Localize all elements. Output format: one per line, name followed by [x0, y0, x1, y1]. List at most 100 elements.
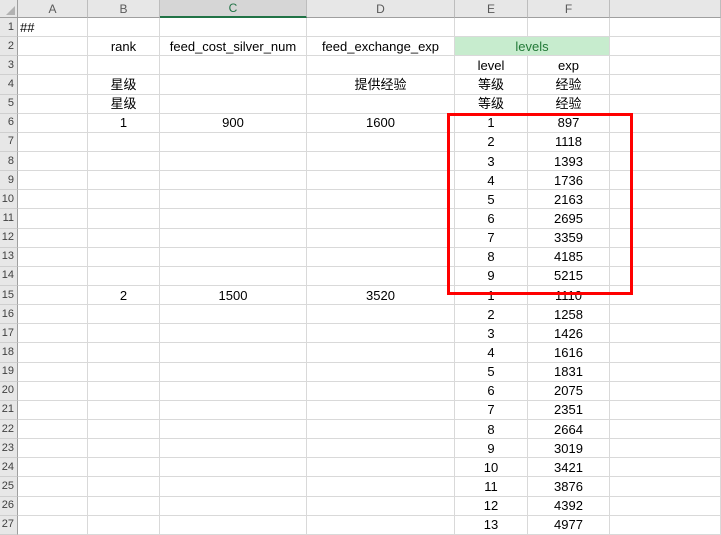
- cell-E26[interactable]: 12: [455, 497, 528, 516]
- row-header-19[interactable]: 19: [0, 363, 18, 382]
- cell-G8[interactable]: [610, 152, 721, 171]
- cell-A13[interactable]: [18, 248, 88, 267]
- cell-B15[interactable]: 2: [88, 286, 160, 305]
- cell-A23[interactable]: [18, 439, 88, 458]
- cell-B22[interactable]: [88, 420, 160, 439]
- cell-F18[interactable]: 1616: [528, 343, 610, 362]
- cell-F25[interactable]: 3876: [528, 477, 610, 496]
- row-header-10[interactable]: 10: [0, 190, 18, 209]
- cell-G19[interactable]: [610, 363, 721, 382]
- cell-A9[interactable]: [18, 171, 88, 190]
- cell-E3[interactable]: level: [455, 56, 528, 75]
- cell-F10[interactable]: 2163: [528, 190, 610, 209]
- cell-E22[interactable]: 8: [455, 420, 528, 439]
- cell-F16[interactable]: 1258: [528, 305, 610, 324]
- cell-D26[interactable]: [307, 497, 455, 516]
- row-header-8[interactable]: 8: [0, 152, 18, 171]
- cell-G7[interactable]: [610, 133, 721, 152]
- cell-D5[interactable]: [307, 95, 455, 114]
- row-header-6[interactable]: 6: [0, 114, 18, 133]
- row-header-7[interactable]: 7: [0, 133, 18, 152]
- cell-C18[interactable]: [160, 343, 307, 362]
- cell-D6[interactable]: 1600: [307, 114, 455, 133]
- column-header-D[interactable]: D: [307, 0, 455, 18]
- row-header-16[interactable]: 16: [0, 305, 18, 324]
- row-header-5[interactable]: 5: [0, 95, 18, 114]
- cell-B24[interactable]: [88, 458, 160, 477]
- cell-C24[interactable]: [160, 458, 307, 477]
- cell-G4[interactable]: [610, 75, 721, 94]
- cell-A4[interactable]: [18, 75, 88, 94]
- cell-E15[interactable]: 1: [455, 286, 528, 305]
- cell-B17[interactable]: [88, 324, 160, 343]
- cell-D18[interactable]: [307, 343, 455, 362]
- column-header-B[interactable]: B: [88, 0, 160, 18]
- cell-A3[interactable]: [18, 56, 88, 75]
- row-header-22[interactable]: 22: [0, 420, 18, 439]
- cell-E9[interactable]: 4: [455, 171, 528, 190]
- cell-B3[interactable]: [88, 56, 160, 75]
- row-header-4[interactable]: 4: [0, 75, 18, 94]
- cell-D11[interactable]: [307, 209, 455, 228]
- cell-F11[interactable]: 2695: [528, 209, 610, 228]
- cell-D14[interactable]: [307, 267, 455, 286]
- cell-C19[interactable]: [160, 363, 307, 382]
- cell-G12[interactable]: [610, 229, 721, 248]
- cell-B11[interactable]: [88, 209, 160, 228]
- cell-A5[interactable]: [18, 95, 88, 114]
- cell-E25[interactable]: 11: [455, 477, 528, 496]
- cell-A24[interactable]: [18, 458, 88, 477]
- column-header-E[interactable]: E: [455, 0, 528, 18]
- row-header-11[interactable]: 11: [0, 209, 18, 228]
- cell-D20[interactable]: [307, 382, 455, 401]
- cell-A15[interactable]: [18, 286, 88, 305]
- cell-C16[interactable]: [160, 305, 307, 324]
- cell-G9[interactable]: [610, 171, 721, 190]
- cell-B4[interactable]: 星级: [88, 75, 160, 94]
- cell-B6[interactable]: 1: [88, 114, 160, 133]
- cell-C15[interactable]: 1500: [160, 286, 307, 305]
- cell-F21[interactable]: 2351: [528, 401, 610, 420]
- cell-C26[interactable]: [160, 497, 307, 516]
- cell-A17[interactable]: [18, 324, 88, 343]
- cell-E18[interactable]: 4: [455, 343, 528, 362]
- cell-F13[interactable]: 4185: [528, 248, 610, 267]
- cell-G27[interactable]: [610, 516, 721, 535]
- cell-F20[interactable]: 2075: [528, 382, 610, 401]
- column-header-blank[interactable]: [610, 0, 721, 18]
- cell-E24[interactable]: 10: [455, 458, 528, 477]
- cell-F14[interactable]: 5215: [528, 267, 610, 286]
- row-header-13[interactable]: 13: [0, 248, 18, 267]
- cell-D17[interactable]: [307, 324, 455, 343]
- row-header-15[interactable]: 15: [0, 286, 18, 305]
- cell-C14[interactable]: [160, 267, 307, 286]
- cell-B5[interactable]: 星级: [88, 95, 160, 114]
- cell-F17[interactable]: 1426: [528, 324, 610, 343]
- cell-D3[interactable]: [307, 56, 455, 75]
- row-header-14[interactable]: 14: [0, 267, 18, 286]
- cell-D15[interactable]: 3520: [307, 286, 455, 305]
- cell-F4[interactable]: 经验: [528, 75, 610, 94]
- cell-G5[interactable]: [610, 95, 721, 114]
- cell-F9[interactable]: 1736: [528, 171, 610, 190]
- cell-E7[interactable]: 2: [455, 133, 528, 152]
- cell-D9[interactable]: [307, 171, 455, 190]
- cell-G22[interactable]: [610, 420, 721, 439]
- cell-D7[interactable]: [307, 133, 455, 152]
- cell-F23[interactable]: 3019: [528, 439, 610, 458]
- cell-G26[interactable]: [610, 497, 721, 516]
- cell-F22[interactable]: 2664: [528, 420, 610, 439]
- cell-D10[interactable]: [307, 190, 455, 209]
- cell-G2[interactable]: [610, 37, 721, 56]
- cell-G17[interactable]: [610, 324, 721, 343]
- cell-A14[interactable]: [18, 267, 88, 286]
- cell-D19[interactable]: [307, 363, 455, 382]
- row-header-17[interactable]: 17: [0, 324, 18, 343]
- cell-D25[interactable]: [307, 477, 455, 496]
- cell-B16[interactable]: [88, 305, 160, 324]
- column-header-A[interactable]: A: [18, 0, 88, 18]
- cell-C20[interactable]: [160, 382, 307, 401]
- cell-A22[interactable]: [18, 420, 88, 439]
- cell-F6[interactable]: 897: [528, 114, 610, 133]
- cell-F27[interactable]: 4977: [528, 516, 610, 535]
